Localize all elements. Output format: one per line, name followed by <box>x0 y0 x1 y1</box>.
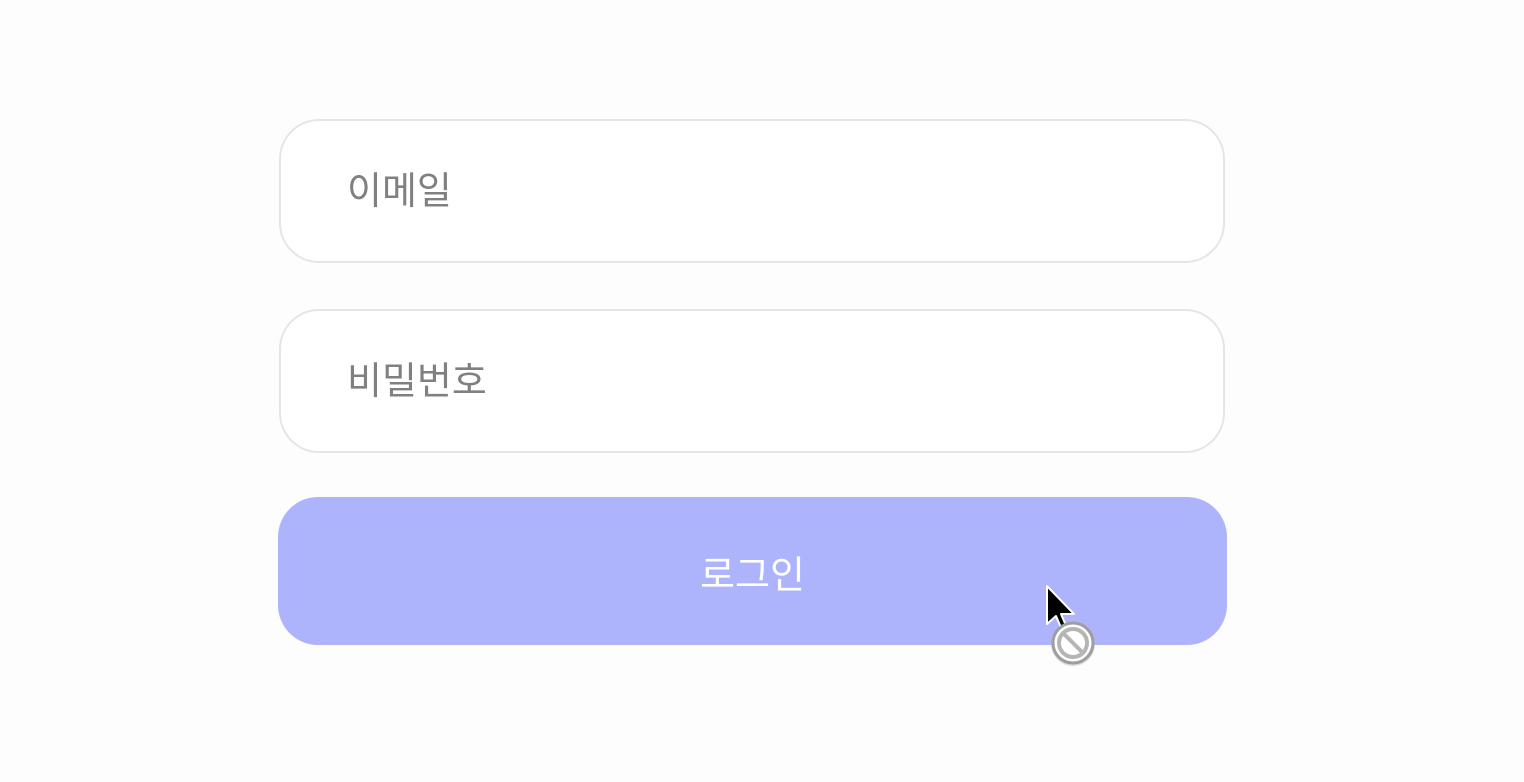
email-field[interactable] <box>279 119 1225 263</box>
login-button[interactable]: 로그인 <box>278 497 1227 645</box>
email-input[interactable] <box>281 121 1223 261</box>
password-field[interactable] <box>279 309 1225 453</box>
password-input[interactable] <box>281 311 1223 451</box>
